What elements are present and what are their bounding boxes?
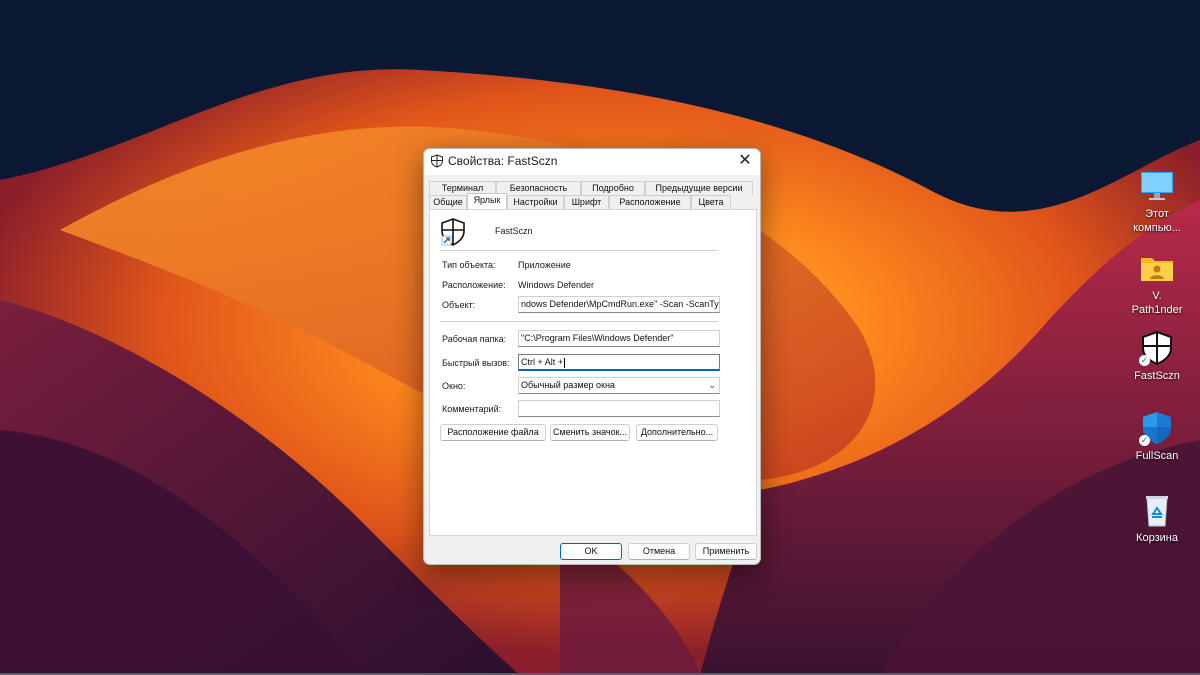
sync-check-icon: ✓	[1139, 355, 1150, 366]
divider	[440, 250, 718, 251]
cancel-button[interactable]: Отмена	[628, 543, 690, 560]
desktop-icon-fastsczn[interactable]: ✓ FastSczn	[1127, 330, 1187, 383]
sync-check-icon: ✓	[1139, 435, 1150, 446]
recycle-bin-icon	[1139, 492, 1175, 528]
shield-icon: ✓	[1139, 330, 1175, 366]
close-icon: ✕	[738, 152, 752, 169]
divider	[440, 321, 718, 322]
target-location-label: Расположение:	[442, 280, 506, 290]
text-caret	[564, 357, 566, 368]
shortcut-shield-icon	[441, 218, 465, 246]
desktop-icon-this-pc[interactable]: Этот компью...	[1127, 168, 1187, 235]
shortcut-key-value: Ctrl + Alt +	[521, 357, 564, 367]
chevron-down-icon: ⌄	[708, 380, 716, 390]
start-in-label: Рабочая папка:	[442, 334, 507, 344]
advanced-button[interactable]: Дополнительно...	[636, 424, 718, 441]
tab-general[interactable]: Общие	[429, 195, 467, 209]
tab-shortcut[interactable]: Ярлык	[467, 193, 507, 209]
comment-label: Комментарий:	[442, 404, 502, 414]
run-select-value: Обычный размер окна	[521, 380, 615, 390]
run-label: Окно:	[442, 381, 466, 391]
close-button[interactable]: ✕	[730, 149, 760, 175]
shortcut-tab-panel: FastSczn Тип объекта: Приложение Располо…	[429, 209, 757, 536]
tab-options[interactable]: Настройки	[507, 195, 564, 209]
target-input[interactable]: ndows Defender\MpCmdRun.exe" -Scan -Scan…	[518, 296, 720, 313]
target-label: Объект:	[442, 300, 476, 310]
dialog-title: Свойства: FastSczn	[448, 154, 558, 168]
change-icon-button[interactable]: Сменить значок...	[550, 424, 630, 441]
desktop-icon-recycle-bin[interactable]: Корзина	[1127, 492, 1187, 545]
desktop-icon-user-folder[interactable]: V. Path1nder	[1127, 250, 1187, 317]
comment-input[interactable]	[518, 400, 720, 417]
tab-details[interactable]: Подробно	[581, 181, 645, 195]
tab-colors[interactable]: Цвета	[691, 195, 731, 209]
open-file-location-button[interactable]: Расположение файла	[440, 424, 546, 441]
properties-dialog: Свойства: FastSczn ✕ Терминал Безопаснос…	[423, 148, 761, 565]
tab-font[interactable]: Шрифт	[564, 195, 609, 209]
tab-security[interactable]: Безопасность	[496, 181, 581, 195]
shield-icon	[431, 154, 443, 168]
dialog-titlebar[interactable]: Свойства: FastSczn ✕	[424, 149, 760, 175]
ok-button[interactable]: OK	[560, 543, 622, 560]
defender-shield-icon: ✓	[1139, 410, 1175, 446]
computer-icon	[1139, 168, 1175, 204]
start-in-input[interactable]: "C:\Program Files\Windows Defender"	[518, 330, 720, 347]
target-type-label: Тип объекта:	[442, 260, 496, 270]
desktop-icon-label: Этот компью...	[1133, 208, 1181, 234]
shortcut-name: FastSczn	[495, 226, 533, 236]
tabs-row-2: Общие Ярлык Настройки Шрифт Расположение…	[429, 193, 731, 209]
run-select[interactable]: Обычный размер окна ⌄	[518, 377, 720, 394]
user-folder-icon	[1139, 250, 1175, 286]
tab-layout[interactable]: Расположение	[609, 195, 691, 209]
apply-button[interactable]: Применить	[695, 543, 757, 560]
desktop-icon-fullscan[interactable]: ✓ FullScan	[1127, 410, 1187, 463]
desktop-icon-label: FastSczn	[1134, 370, 1180, 382]
shortcut-key-label: Быстрый вызов:	[442, 358, 510, 368]
desktop-icon-label: Корзина	[1136, 532, 1178, 544]
shortcut-key-input[interactable]: Ctrl + Alt +	[518, 354, 720, 371]
desktop-icon-label: V. Path1nder	[1131, 290, 1183, 316]
tab-previous-versions[interactable]: Предыдущие версии	[645, 181, 753, 195]
desktop-icon-label: FullScan	[1135, 450, 1179, 462]
target-location-value: Windows Defender	[518, 280, 595, 290]
target-type-value: Приложение	[518, 260, 571, 270]
